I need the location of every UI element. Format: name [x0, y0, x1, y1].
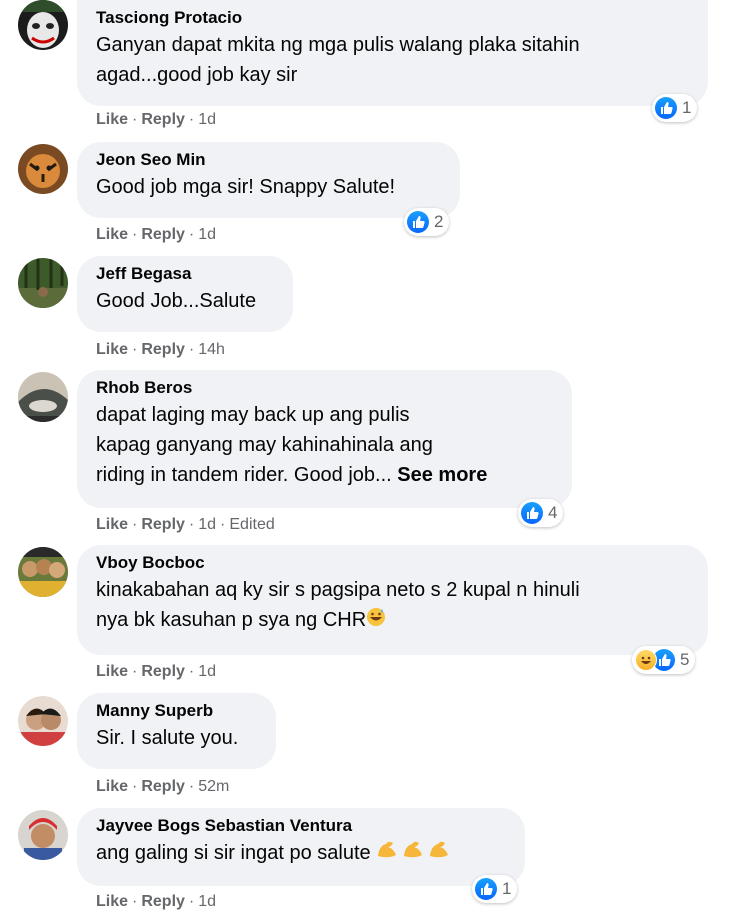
grinning-sweat-emoji — [366, 606, 386, 636]
commenter-name[interactable]: Jeon Seo Min — [96, 148, 442, 172]
like-link[interactable]: Like — [96, 663, 128, 680]
comment-actions: Like · Reply · 14h — [96, 341, 225, 358]
reaction-count: 4 — [548, 503, 558, 522]
flexed-biceps-emoji — [376, 838, 452, 869]
comment-text: dapat laging may back up ang pulis — [96, 404, 410, 426]
like-link[interactable]: Like — [96, 111, 128, 128]
avatar[interactable] — [18, 0, 68, 50]
reaction-count: 2 — [434, 212, 444, 231]
commenter-name[interactable]: Manny Superb — [96, 699, 258, 723]
avatar[interactable] — [18, 144, 68, 194]
like-link[interactable]: Like — [96, 893, 128, 910]
comment-actions: Like · Reply · 1d — [96, 226, 217, 243]
comment-actions: Like · Reply · 1d · Edited — [96, 516, 275, 533]
comment-actions: Like · Reply · 1d — [96, 893, 217, 910]
reply-link[interactable]: Reply — [141, 663, 185, 680]
reply-link[interactable]: Reply — [141, 226, 185, 243]
reaction-count: 1 — [502, 879, 512, 898]
avatar[interactable] — [18, 372, 68, 422]
edited-label[interactable]: Edited — [229, 516, 274, 533]
reply-link[interactable]: Reply — [141, 778, 185, 795]
like-link[interactable]: Like — [96, 516, 128, 533]
commenter-name[interactable]: Rhob Beros — [96, 376, 554, 400]
comment-actions: Like · Reply · 1d — [96, 663, 217, 680]
like-reaction-icon — [655, 97, 677, 119]
reaction-count: 1 — [682, 98, 692, 117]
comment-text: Ganyan dapat mkita ng mga pulis walang p… — [96, 34, 580, 56]
comment-text: nya bk kasuhan p sya ng CHR — [96, 605, 690, 636]
comment-text: agad...good job kay sir — [96, 64, 298, 86]
reply-link[interactable]: Reply — [141, 341, 185, 358]
reaction-summary[interactable]: 2 — [404, 208, 450, 236]
like-link[interactable]: Like — [96, 341, 128, 358]
avatar[interactable] — [18, 810, 68, 860]
commenter-name[interactable]: Jayvee Bogs Sebastian Ventura — [96, 814, 507, 838]
comment-text: ang galing si sir ingat po salute — [96, 838, 507, 869]
comment-bubble: Manny Superb Sir. I salute you. — [77, 693, 276, 769]
comment-bubble: Jeon Seo Min Good job mga sir! Snappy Sa… — [77, 142, 460, 218]
reaction-count: 5 — [680, 650, 690, 669]
like-reaction-icon — [475, 878, 497, 900]
comment-actions: Like · Reply · 52m — [96, 778, 230, 795]
timestamp[interactable]: 1d — [198, 111, 216, 128]
comment-text: Sir. I salute you. — [96, 727, 239, 749]
avatar[interactable] — [18, 547, 68, 597]
reaction-summary[interactable]: 1 — [652, 94, 698, 122]
timestamp[interactable]: 52m — [198, 778, 229, 795]
comment-text: kinakabahan aq ky sir s pagsipa neto s 2… — [96, 579, 580, 601]
timestamp[interactable]: 1d — [198, 663, 216, 680]
commenter-name[interactable]: Jeff Begasa — [96, 262, 275, 286]
reaction-summary[interactable]: 5 — [632, 646, 696, 674]
comment-actions: Like · Reply · 1d — [96, 111, 217, 128]
timestamp[interactable]: 14h — [198, 341, 225, 358]
comment-text-line: riding in tandem rider. Good job... — [96, 464, 398, 486]
reply-link[interactable]: Reply — [141, 111, 185, 128]
reply-link[interactable]: Reply — [141, 516, 185, 533]
see-more-link[interactable]: See more — [397, 464, 487, 486]
like-reaction-icon — [407, 211, 429, 233]
comment-bubble: Vboy Bocboc kinakabahan aq ky sir s pags… — [77, 545, 708, 655]
reply-link[interactable]: Reply — [141, 893, 185, 910]
comment-text: Good Job...Salute — [96, 290, 257, 312]
haha-reaction-icon — [635, 649, 657, 671]
like-link[interactable]: Like — [96, 226, 128, 243]
avatar[interactable] — [18, 258, 68, 308]
timestamp[interactable]: 1d — [198, 893, 216, 910]
comment-bubble: Tasciong Protacio Ganyan dapat mkita ng … — [77, 0, 708, 106]
comment-text-line: nya bk kasuhan p sya ng CHR — [96, 609, 367, 631]
comment-bubble: Rhob Beros dapat laging may back up ang … — [77, 370, 572, 508]
avatar[interactable] — [18, 696, 68, 746]
reaction-summary[interactable]: 4 — [518, 499, 564, 527]
comment-text: riding in tandem rider. Good job... See … — [96, 460, 554, 490]
timestamp[interactable]: 1d — [198, 516, 216, 533]
comment-bubble: Jayvee Bogs Sebastian Ventura ang galing… — [77, 808, 525, 886]
comment-text: kapag ganyang may kahinahinala ang — [96, 434, 433, 456]
commenter-name[interactable]: Tasciong Protacio — [96, 6, 690, 30]
like-reaction-icon — [521, 502, 543, 524]
comment-bubble: Jeff Begasa Good Job...Salute — [77, 256, 293, 332]
comment-text-line: ang galing si sir ingat po salute — [96, 842, 377, 864]
commenter-name[interactable]: Vboy Bocboc — [96, 551, 690, 575]
comment-text: Good job mga sir! Snappy Salute! — [96, 176, 396, 198]
reaction-summary[interactable]: 1 — [472, 875, 518, 903]
like-link[interactable]: Like — [96, 778, 128, 795]
timestamp[interactable]: 1d — [198, 226, 216, 243]
